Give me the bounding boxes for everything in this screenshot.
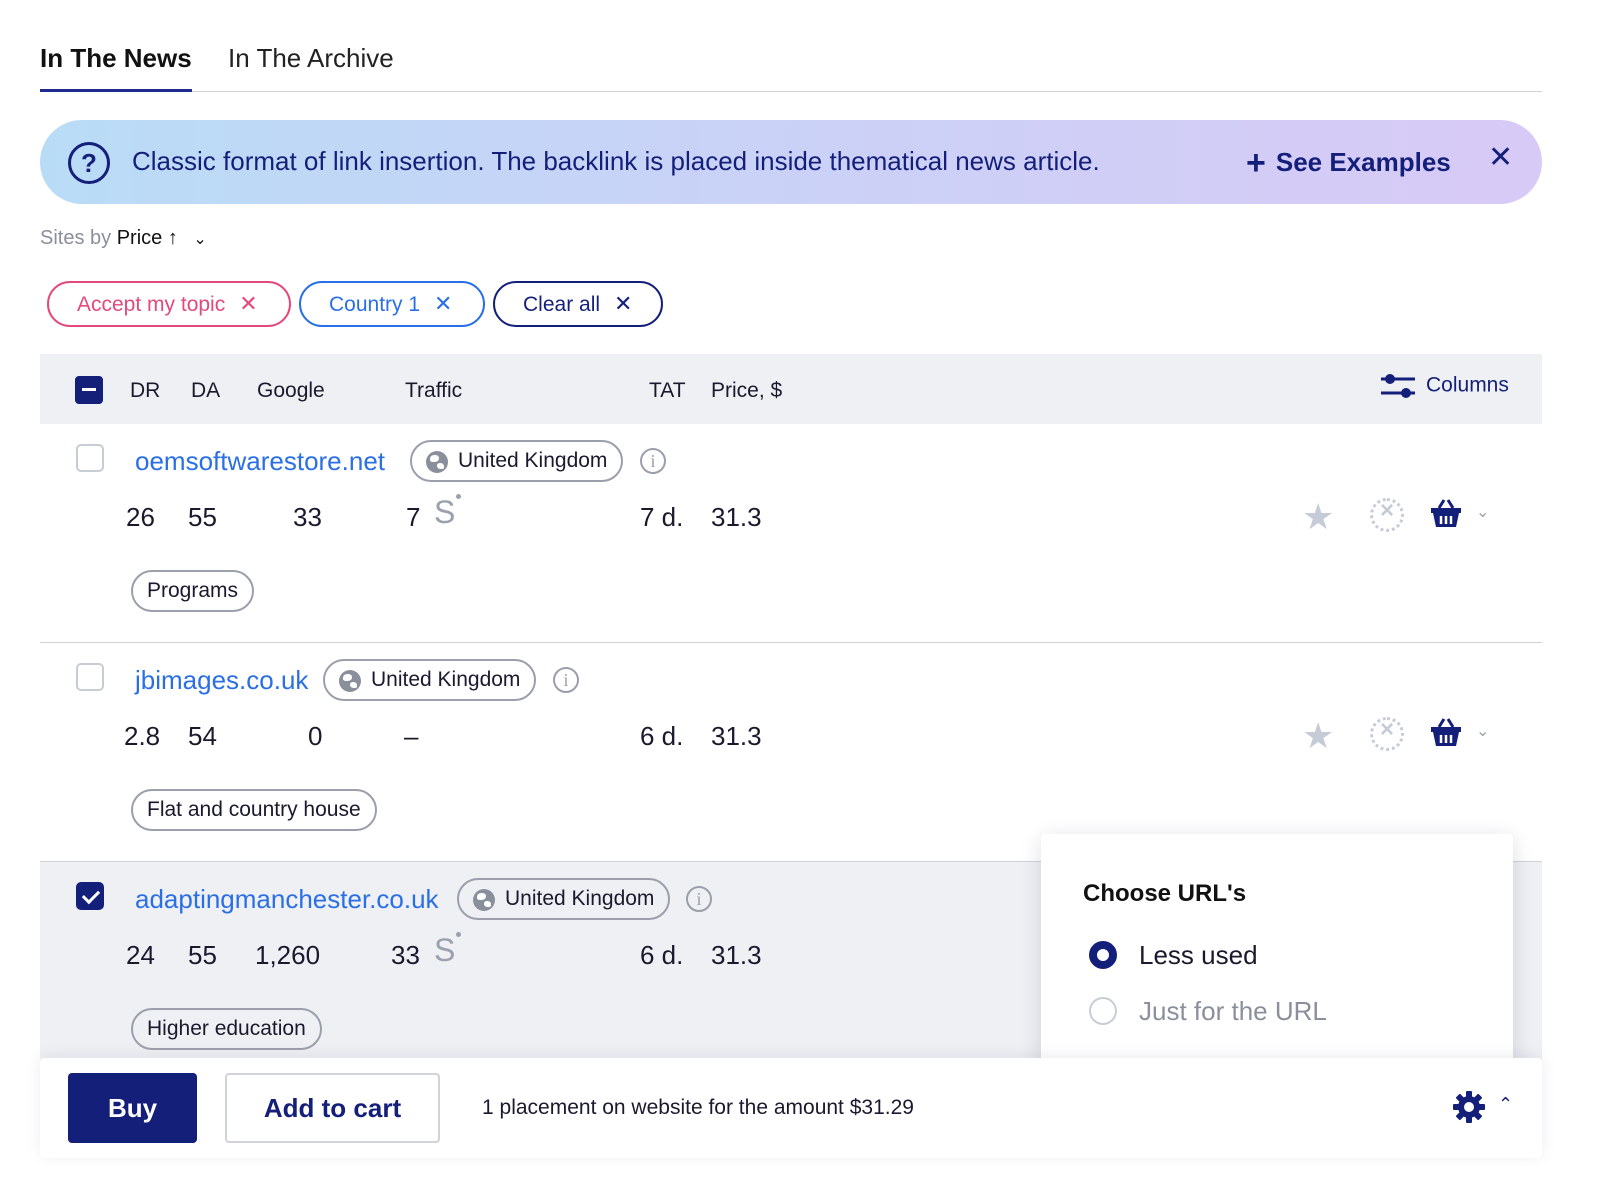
select-all-checkbox[interactable]	[75, 376, 103, 404]
see-examples-button[interactable]: + See Examples	[1246, 144, 1451, 183]
topic-tag: Higher education	[131, 1008, 322, 1050]
topic-tag: Programs	[131, 570, 255, 612]
topic-tag: Flat and country house	[131, 789, 377, 831]
da-value: 54	[188, 721, 217, 751]
arrow-up-icon: ↑	[167, 227, 178, 249]
tab-in-the-news[interactable]: In The News	[40, 40, 192, 92]
domain-link[interactable]: jbimages.co.uk	[135, 665, 308, 696]
row-checkbox[interactable]	[76, 444, 104, 472]
globe-icon	[473, 889, 495, 911]
gear-icon[interactable]	[1452, 1090, 1486, 1129]
exclude-icon[interactable]	[1370, 497, 1404, 532]
tab-bar: In The News In The Archive	[40, 30, 1542, 92]
filter-chip-label: Accept my topic	[77, 293, 226, 316]
close-icon[interactable]: ✕	[614, 291, 632, 316]
radio-less-used[interactable]	[1089, 941, 1117, 969]
globe-icon	[426, 451, 448, 473]
domain-link[interactable]: adaptingmanchester.co.uk	[135, 884, 439, 915]
country-label: United Kingdom	[505, 887, 655, 910]
columns-label: Columns	[1426, 373, 1509, 397]
close-icon[interactable]: ✕	[1488, 140, 1513, 175]
choose-urls-popover: Choose URL's Less used Just for the URL	[1041, 834, 1513, 1082]
chevron-down-icon[interactable]: ⌄	[1476, 502, 1489, 522]
google-value: 33	[293, 502, 322, 532]
question-circle-icon: ?	[68, 142, 110, 184]
globe-icon	[339, 670, 361, 692]
column-header-dr[interactable]: DR	[130, 379, 160, 403]
tat-value: 6 d.	[640, 940, 684, 970]
column-header-traffic[interactable]: Traffic	[405, 379, 462, 403]
column-header-da[interactable]: DA	[191, 379, 220, 403]
chevron-down-icon[interactable]: ⌄	[1476, 721, 1489, 741]
chevron-down-icon[interactable]: ⌄	[193, 231, 206, 248]
banner-message: Classic format of link insertion. The ba…	[132, 146, 1100, 176]
traffic-source-icon: S	[434, 932, 461, 969]
dr-value: 26	[126, 502, 155, 532]
table-row: oemsoftwarestore.net United Kingdom i 26…	[40, 424, 1542, 643]
country-badge: United Kingdom	[457, 878, 671, 920]
domain-link[interactable]: oemsoftwarestore.net	[135, 446, 385, 477]
add-to-cart-button[interactable]: Add to cart	[225, 1073, 440, 1143]
filter-chip-label: Country 1	[329, 293, 421, 316]
column-header-tat[interactable]: TAT	[649, 379, 686, 403]
tab-in-the-archive[interactable]: In The Archive	[228, 40, 394, 92]
columns-button[interactable]: Columns	[1380, 372, 1509, 400]
traffic-value: –	[404, 721, 419, 751]
traffic-value: 33	[391, 940, 420, 970]
sliders-icon	[1381, 374, 1415, 398]
filter-chip-label: Clear all	[523, 293, 601, 316]
row-checkbox[interactable]	[76, 882, 104, 910]
sort-control[interactable]: Sites by Price ↑ ⌄	[40, 227, 207, 250]
info-icon[interactable]: i	[640, 448, 666, 474]
dr-value: 24	[126, 940, 155, 970]
popover-title: Choose URL's	[1083, 880, 1247, 907]
country-badge: United Kingdom	[410, 440, 624, 482]
google-value: 0	[308, 721, 323, 751]
star-icon[interactable]: ★	[1302, 715, 1334, 757]
radio-just-for-url[interactable]	[1089, 997, 1117, 1025]
row-checkbox[interactable]	[76, 663, 104, 691]
traffic-source-icon: S	[434, 494, 461, 531]
sort-value: Price	[116, 227, 163, 249]
order-summary: 1 placement on website for the amount $3…	[482, 1096, 914, 1119]
price-value: 31.3	[711, 721, 762, 751]
da-value: 55	[188, 940, 217, 970]
radio-label-just-for-url[interactable]: Just for the URL	[1139, 996, 1327, 1027]
chevron-up-icon[interactable]: ⌃	[1498, 1094, 1513, 1115]
info-banner: ? Classic format of link insertion. The …	[40, 120, 1542, 204]
filter-chip-country[interactable]: Country 1 ✕	[299, 281, 485, 327]
basket-icon[interactable]	[1430, 498, 1462, 533]
price-value: 31.3	[711, 502, 762, 532]
clear-all-button[interactable]: Clear all ✕	[493, 281, 663, 327]
da-value: 55	[188, 502, 217, 532]
google-value: 1,260	[255, 940, 321, 970]
dr-value: 2.8	[124, 721, 161, 751]
price-value: 31.3	[711, 940, 762, 970]
tat-value: 6 d.	[640, 721, 684, 751]
close-icon[interactable]: ✕	[239, 291, 257, 316]
country-label: United Kingdom	[371, 668, 521, 691]
country-label: United Kingdom	[458, 449, 608, 472]
traffic-value: 7	[406, 502, 421, 532]
info-icon[interactable]: i	[686, 886, 712, 912]
table-row: jbimages.co.uk United Kingdom i 2.8 54 0…	[40, 643, 1542, 862]
tat-value: 7 d.	[640, 502, 684, 532]
radio-label-less-used[interactable]: Less used	[1139, 940, 1258, 971]
table-header: DR DA Google Traffic TAT Price, $ Column…	[40, 354, 1542, 424]
see-examples-label: See Examples	[1275, 147, 1451, 177]
exclude-icon[interactable]	[1370, 716, 1404, 751]
star-icon[interactable]: ★	[1302, 496, 1334, 538]
buy-button[interactable]: Buy	[68, 1073, 197, 1143]
sort-prefix: Sites by	[40, 227, 112, 249]
plus-icon: +	[1246, 144, 1266, 182]
close-icon[interactable]: ✕	[434, 291, 452, 316]
filter-chip-accept-my-topic[interactable]: Accept my topic ✕	[47, 281, 291, 327]
column-header-google[interactable]: Google	[257, 379, 325, 403]
info-icon[interactable]: i	[553, 667, 579, 693]
column-header-price[interactable]: Price, $	[711, 379, 782, 403]
bottom-action-bar: Buy Add to cart 1 placement on website f…	[40, 1058, 1542, 1158]
country-badge: United Kingdom	[323, 659, 537, 701]
basket-icon[interactable]	[1430, 717, 1462, 752]
